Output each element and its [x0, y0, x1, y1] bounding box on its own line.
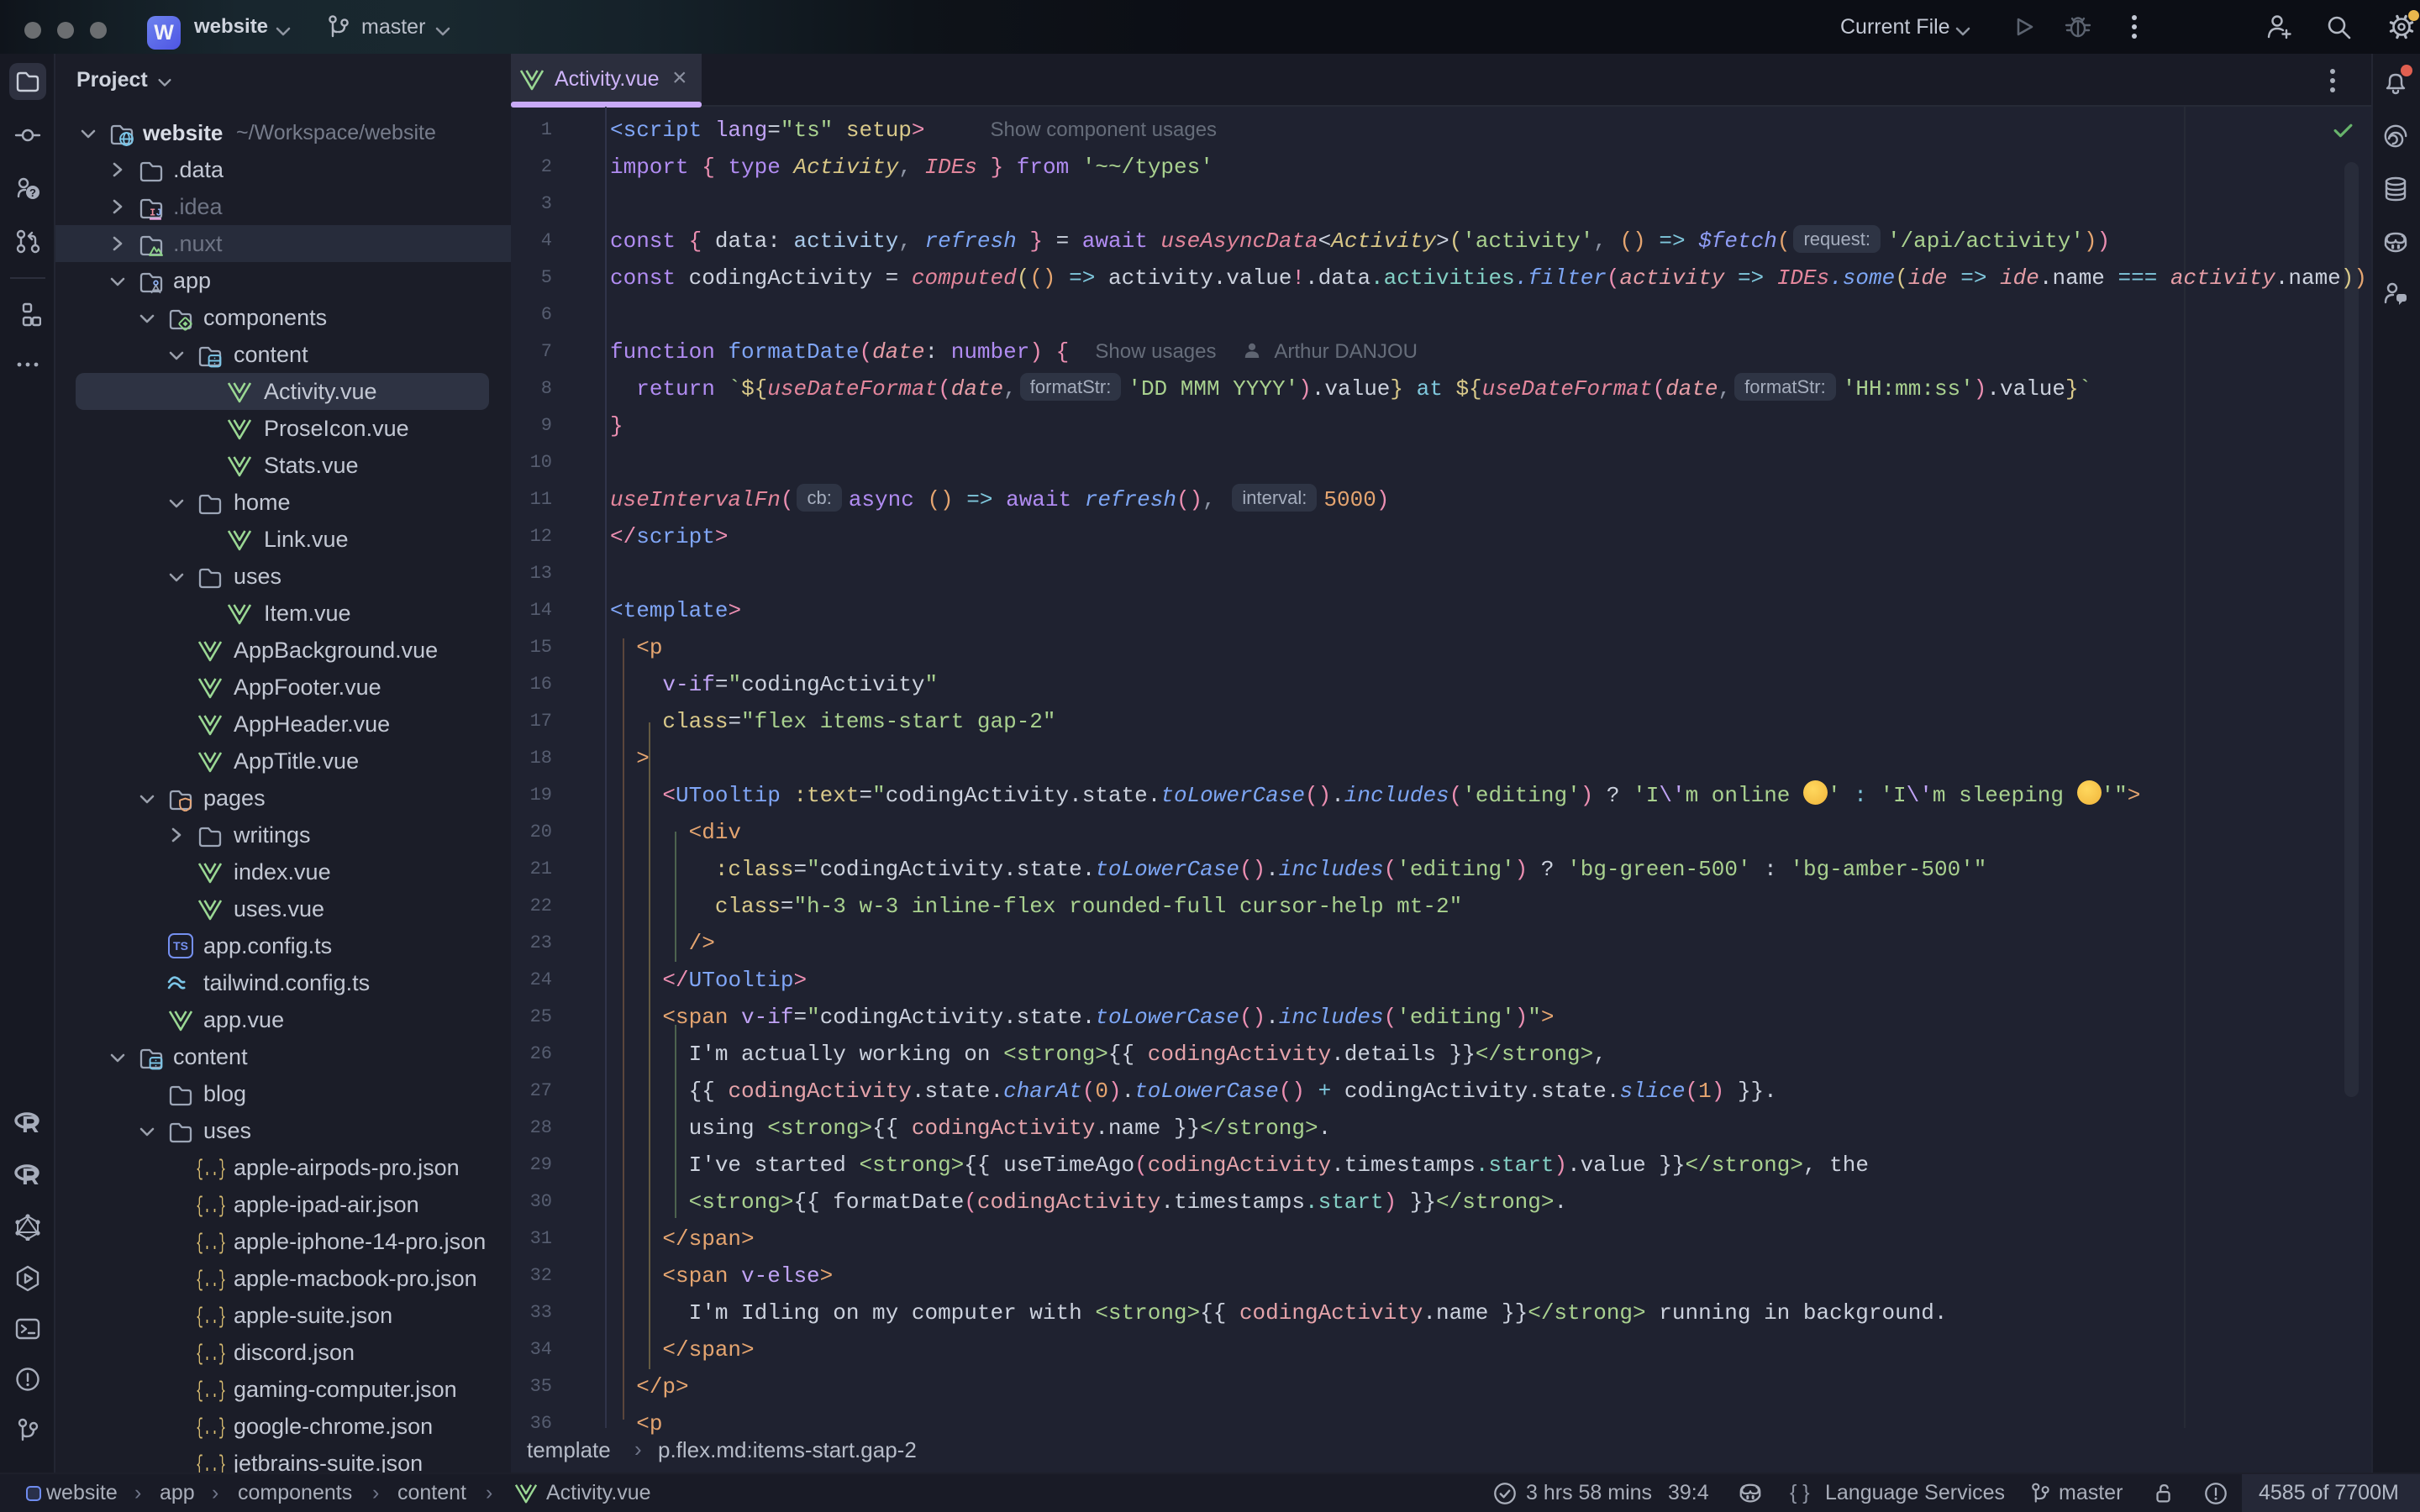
svg-text:{..}: {..} — [196, 1342, 226, 1366]
svg-text:R: R — [22, 1163, 39, 1189]
svg-text:I: I — [150, 207, 155, 219]
svg-text:{..}: {..} — [196, 1194, 226, 1218]
svg-text:J: J — [156, 207, 162, 219]
svg-text:R: R — [22, 1111, 39, 1137]
svg-text:{..}: {..} — [196, 1379, 226, 1403]
svg-text:{..}: {..} — [196, 1305, 226, 1329]
svg-text:{..}: {..} — [196, 1453, 226, 1473]
svg-text:{..}: {..} — [196, 1231, 226, 1255]
svg-text:?: ? — [29, 186, 36, 199]
svg-text:{..}: {..} — [196, 1416, 226, 1440]
svg-text:{..}: {..} — [196, 1268, 226, 1292]
svg-text:{..}: {..} — [196, 1158, 226, 1181]
